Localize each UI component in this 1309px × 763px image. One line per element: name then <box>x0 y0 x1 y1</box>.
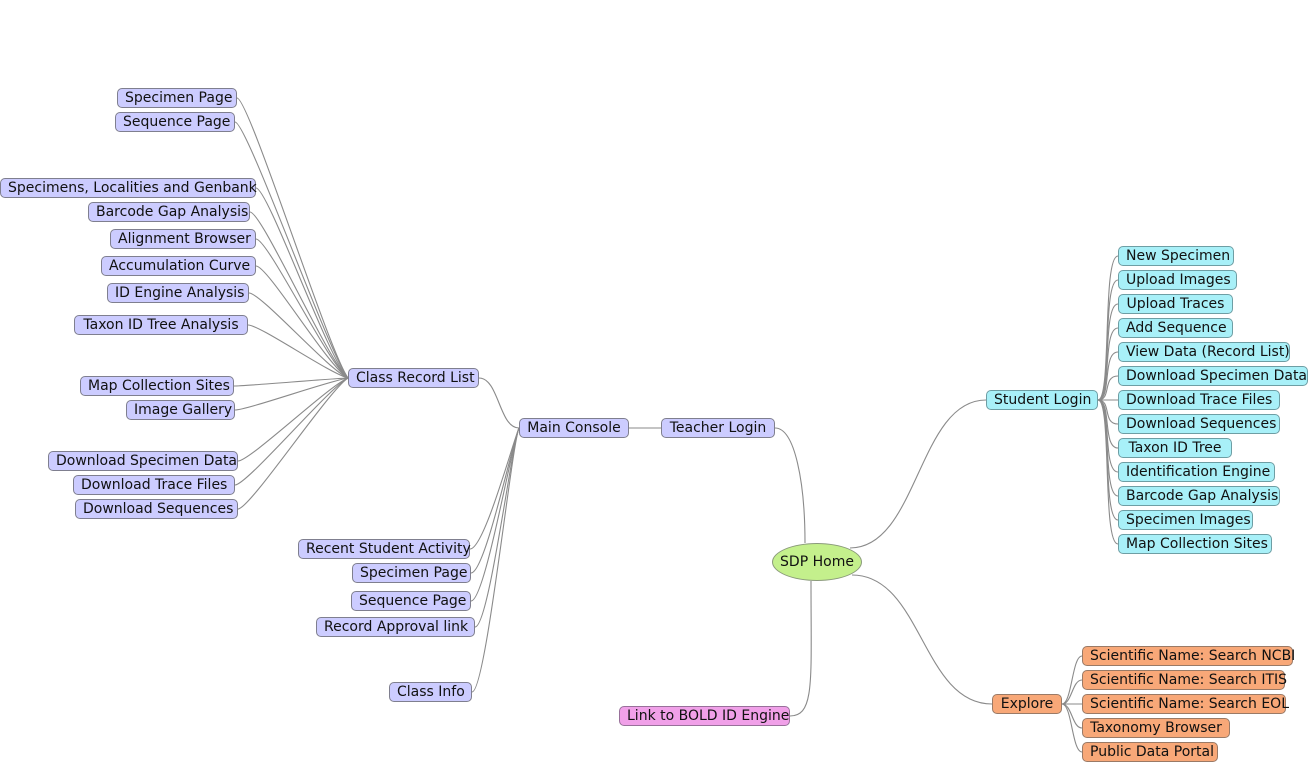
ex-search-ncbi[interactable]: Scientific Name: Search NCBI <box>1082 646 1295 666</box>
crl-taxon-id-tree-analysis[interactable]: Taxon ID Tree Analysis <box>74 315 248 335</box>
edge-root-teacher <box>774 427 806 544</box>
st-barcode-gap-analysis[interactable]: Barcode Gap Analysis <box>1118 486 1280 506</box>
mc-sequence-page[interactable]: Sequence Page <box>351 591 471 611</box>
edge-crl-download-specimen-data <box>237 377 349 462</box>
st-identification-engine[interactable]: Identification Engine <box>1118 462 1275 482</box>
crl-specimens-localities-genbank[interactable]: Specimens, Localities and Genbank <box>0 178 257 198</box>
st-download-trace-files[interactable]: Download Trace Files <box>1118 390 1280 410</box>
student-login-node[interactable]: Student Login <box>986 390 1098 410</box>
ex-search-eol[interactable]: Scientific Name: Search EOL <box>1082 694 1289 714</box>
st-download-specimen-data[interactable]: Download Specimen Data <box>1118 366 1308 386</box>
explore-node[interactable]: Explore <box>992 694 1062 714</box>
edge-crl-id-engine-analysis <box>248 292 349 379</box>
edge-console-crl <box>478 377 520 429</box>
ex-taxonomy-browser[interactable]: Taxonomy Browser <box>1082 718 1230 738</box>
crl-download-trace-files[interactable]: Download Trace Files <box>73 475 235 495</box>
st-upload-images[interactable]: Upload Images <box>1118 270 1237 290</box>
crl-barcode-gap-analysis[interactable]: Barcode Gap Analysis <box>88 202 250 222</box>
edge-crl-image-gallery <box>234 377 349 411</box>
sdp-home-node[interactable]: SDP Home <box>772 543 862 581</box>
edge-mc-class-info <box>471 427 520 693</box>
mc-class-info[interactable]: Class Info <box>389 682 472 702</box>
mc-specimen-page[interactable]: Specimen Page <box>352 563 471 583</box>
st-view-data[interactable]: View Data (Record List) <box>1118 342 1290 362</box>
st-specimen-images[interactable]: Specimen Images <box>1118 510 1253 530</box>
edge-ex-taxonomy-browser <box>1061 703 1083 729</box>
edge-ex-search-ncbi <box>1061 655 1083 705</box>
st-taxon-id-tree[interactable]: Taxon ID Tree <box>1118 438 1232 458</box>
edge-root-explore <box>851 574 993 705</box>
edge-root-student <box>849 399 987 549</box>
crl-sequence-page[interactable]: Sequence Page <box>115 112 235 132</box>
main-console-node[interactable]: Main Console <box>519 418 629 438</box>
edge-mc-record-approval-link <box>474 427 520 628</box>
crl-accumulation-curve[interactable]: Accumulation Curve <box>101 256 256 276</box>
mc-recent-student-activity[interactable]: Recent Student Activity <box>298 539 471 559</box>
edge-crl-download-sequences <box>237 377 349 510</box>
st-download-sequences[interactable]: Download Sequences <box>1118 414 1280 434</box>
edge-ex-public-data-portal <box>1061 703 1083 753</box>
edge-crl-taxon-id-tree-analysis <box>247 324 349 379</box>
edge-root-bold <box>789 580 812 717</box>
bold-id-engine-link[interactable]: Link to BOLD ID Engine <box>619 706 790 726</box>
crl-map-collection-sites[interactable]: Map Collection Sites <box>80 376 234 396</box>
ex-public-data-portal[interactable]: Public Data Portal <box>1082 742 1218 762</box>
crl-id-engine-analysis[interactable]: ID Engine Analysis <box>107 283 249 303</box>
mc-record-approval-link[interactable]: Record Approval link <box>316 617 475 637</box>
edge-ex-search-itis <box>1061 679 1083 705</box>
teacher-login-node[interactable]: Teacher Login <box>661 418 775 438</box>
crl-download-specimen-data[interactable]: Download Specimen Data <box>48 451 238 471</box>
crl-specimen-page[interactable]: Specimen Page <box>117 88 237 108</box>
crl-image-gallery[interactable]: Image Gallery <box>126 400 235 420</box>
st-upload-traces[interactable]: Upload Traces <box>1118 294 1233 314</box>
edge-mc-recent-student-activity <box>469 427 520 550</box>
crl-alignment-browser[interactable]: Alignment Browser <box>110 229 256 249</box>
st-new-specimen[interactable]: New Specimen <box>1118 246 1234 266</box>
st-map-collection-sites[interactable]: Map Collection Sites <box>1118 534 1272 554</box>
ex-search-itis[interactable]: Scientific Name: Search ITIS <box>1082 670 1287 690</box>
class-record-list-node[interactable]: Class Record List <box>348 368 479 388</box>
crl-download-sequences[interactable]: Download Sequences <box>75 499 238 519</box>
st-add-sequence[interactable]: Add Sequence <box>1118 318 1233 338</box>
